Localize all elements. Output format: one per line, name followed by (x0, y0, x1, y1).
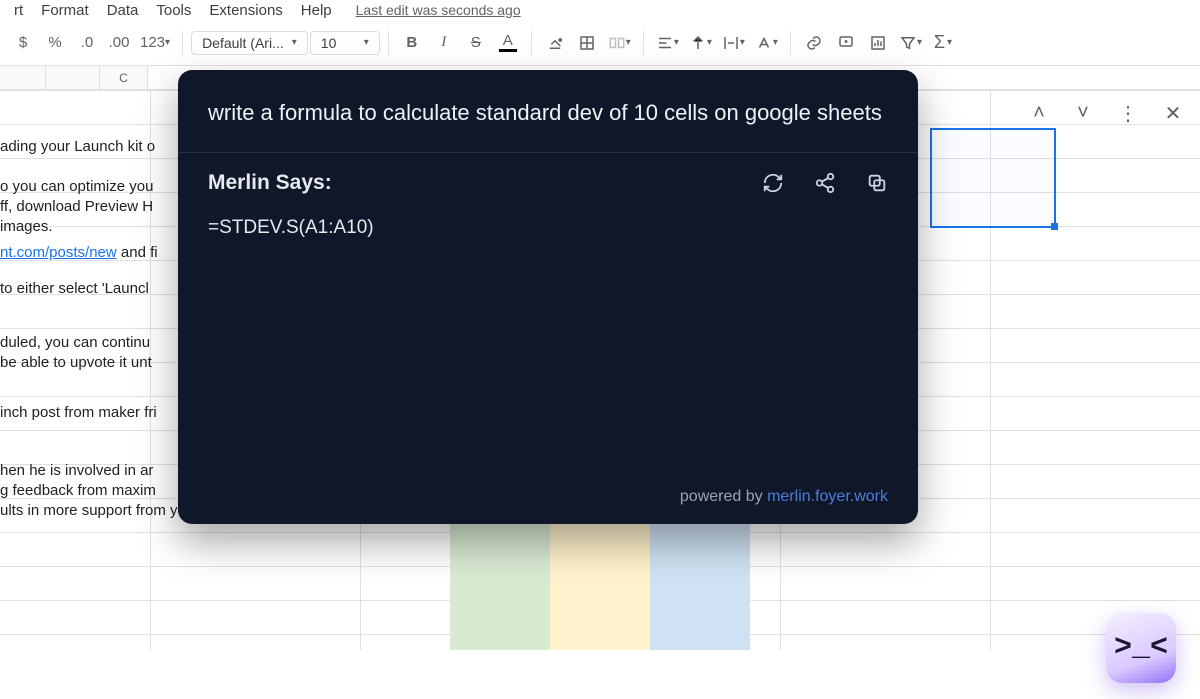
vertical-align-button[interactable]: ▾ (685, 28, 716, 58)
cell-text: ading your Launch kit o (0, 138, 155, 155)
insert-chart-button[interactable] (863, 28, 893, 58)
functions-button[interactable]: Σ▾ (928, 28, 958, 58)
link-text[interactable]: nt.com/posts/new (0, 244, 117, 261)
menu-extensions[interactable]: Extensions (209, 2, 282, 19)
merlin-query-text: write a formula to calculate standard de… (208, 96, 888, 130)
share-icon[interactable] (814, 172, 836, 194)
cell-text: to either select 'Launcl (0, 280, 149, 297)
separator (790, 31, 791, 55)
menu-bar: rt Format Data Tools Extensions Help Las… (0, 0, 1200, 20)
italic-button[interactable]: I (429, 28, 459, 58)
cell-text: images. (0, 218, 53, 235)
horizontal-align-button[interactable]: ▾ (652, 28, 683, 58)
menu-insert[interactable]: rt (14, 2, 23, 19)
font-name-select[interactable]: Default (Ari...▾ (191, 31, 308, 55)
currency-button[interactable]: $ (8, 28, 38, 58)
increase-decimal-button[interactable]: .00 (104, 28, 134, 58)
decrease-decimal-button[interactable]: .0 (72, 28, 102, 58)
fill-color-button[interactable] (540, 28, 570, 58)
font-size-select[interactable]: 10▾ (310, 31, 380, 55)
menu-help[interactable]: Help (301, 2, 332, 19)
cell-text: be able to upvote it unt (0, 354, 152, 371)
cell-text: hen he is involved in ar (0, 462, 153, 479)
number-format-button[interactable]: 123▾ (136, 28, 174, 58)
filter-button[interactable]: ▾ (895, 28, 926, 58)
column-header-c[interactable]: C (100, 66, 148, 89)
cell-text: g feedback from maxim (0, 482, 156, 499)
copy-icon[interactable] (866, 172, 888, 194)
menu-data[interactable]: Data (107, 2, 139, 19)
selected-cell[interactable] (930, 128, 1056, 228)
insert-comment-button[interactable] (831, 28, 861, 58)
menu-format[interactable]: Format (41, 2, 89, 19)
merlin-fab[interactable]: >_< (1106, 613, 1176, 683)
divider (178, 152, 918, 153)
last-edit-label[interactable]: Last edit was seconds ago (356, 2, 521, 18)
borders-button[interactable] (572, 28, 602, 58)
merlin-link[interactable]: merlin.foyer.work (767, 488, 888, 505)
merlin-footer: powered by merlin.foyer.work (208, 488, 888, 506)
cell-text: nt.com/posts/new and fi (0, 244, 158, 261)
text-rotation-button[interactable]: ▾ (751, 28, 782, 58)
merlin-fab-glyph: >_< (1114, 631, 1168, 665)
insert-link-button[interactable] (799, 28, 829, 58)
merlin-heading: Merlin Says: (208, 171, 762, 195)
refresh-icon[interactable] (762, 172, 784, 194)
strikethrough-button[interactable]: S (461, 28, 491, 58)
separator (182, 31, 183, 55)
select-all-corner[interactable] (0, 66, 46, 89)
separator (643, 31, 644, 55)
separator (388, 31, 389, 55)
menu-tools[interactable]: Tools (156, 2, 191, 19)
bold-button[interactable]: B (397, 28, 427, 58)
merlin-answer: =STDEV.S(A1:A10) (208, 217, 888, 239)
cell-text: o you can optimize you (0, 178, 153, 195)
column-header[interactable] (46, 66, 100, 89)
toolbar: $ % .0 .00 123▾ Default (Ari...▾ 10▾ B I… (0, 20, 1200, 66)
merge-cells-button[interactable]: ▾ (604, 28, 635, 58)
cell-text: duled, you can continu (0, 334, 150, 351)
cell-text: ff, download Preview H (0, 198, 153, 215)
separator (531, 31, 532, 55)
percent-button[interactable]: % (40, 28, 70, 58)
text-color-button[interactable]: A (493, 28, 523, 58)
cell-text: inch post from maker fri (0, 404, 157, 421)
text-wrap-button[interactable]: ▾ (718, 28, 749, 58)
merlin-popup: write a formula to calculate standard de… (178, 70, 918, 524)
